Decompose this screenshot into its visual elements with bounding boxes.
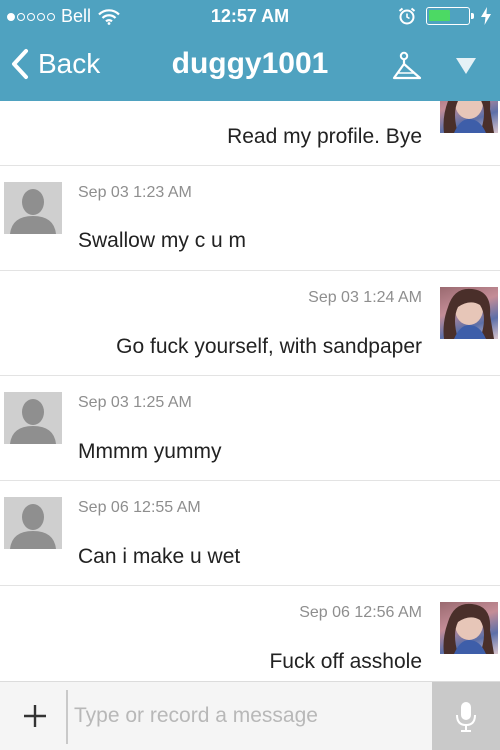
avatar-placeholder-icon (10, 189, 56, 234)
avatar-placeholder-icon (10, 399, 56, 444)
message-thread[interactable]: Read my profile. Bye Sep 03 1:23 AM Swal… (0, 101, 500, 681)
back-chevron-icon (12, 49, 28, 79)
message-timestamp: Sep 03 1:24 AM (308, 289, 422, 306)
top-bar: Bell 12:57 AM Back duggy1001 (0, 0, 500, 101)
my-avatar (440, 101, 498, 133)
message-input[interactable] (74, 698, 424, 734)
message-row: Read my profile. Bye (0, 101, 500, 165)
message-row: Sep 06 12:55 AM Can i make u wet (0, 480, 500, 585)
record-button[interactable] (432, 682, 500, 750)
message-row: Sep 03 1:23 AM Swallow my c u m (0, 165, 500, 270)
plus-icon[interactable] (20, 701, 50, 731)
my-avatar (440, 287, 498, 339)
profile-photo-icon (443, 603, 494, 654)
contact-avatar[interactable] (4, 497, 62, 549)
microphone-icon (456, 702, 476, 732)
status-right (398, 7, 492, 25)
alarm-icon (398, 7, 416, 25)
avatar-placeholder-icon (10, 504, 56, 549)
message-text: Can i make u wet (78, 545, 241, 568)
message-timestamp: Sep 06 12:56 AM (299, 604, 422, 621)
my-avatar (440, 602, 498, 654)
message-composer (0, 681, 500, 750)
contact-avatar[interactable] (4, 392, 62, 444)
message-row: Sep 06 12:56 AM Fuck off asshole (0, 585, 500, 681)
message-text: Read my profile. Bye (227, 125, 422, 148)
battery-cap (471, 13, 474, 19)
hanger-icon[interactable] (392, 51, 422, 83)
message-timestamp: Sep 06 12:55 AM (78, 499, 201, 516)
charging-icon (481, 7, 491, 25)
message-row: Sep 03 1:24 AM Go fuck yourself, with sa… (0, 270, 500, 375)
profile-photo-icon (443, 101, 494, 133)
message-text: Fuck off asshole (269, 650, 422, 673)
navigation-bar: Back duggy1001 (0, 34, 500, 101)
message-text: Go fuck yourself, with sandpaper (116, 335, 422, 358)
message-timestamp: Sep 03 1:25 AM (78, 394, 192, 411)
message-timestamp: Sep 03 1:23 AM (78, 184, 192, 201)
profile-photo-icon (443, 288, 494, 339)
back-label: Back (38, 48, 101, 79)
status-bar: Bell 12:57 AM (0, 0, 500, 34)
composer-divider (66, 690, 68, 744)
contact-avatar[interactable] (4, 182, 62, 234)
back-button[interactable]: Back (10, 48, 100, 80)
message-text: Mmmm yummy (78, 440, 222, 463)
message-row: Sep 03 1:25 AM Mmmm yummy (0, 375, 500, 480)
message-text: Swallow my c u m (78, 229, 247, 252)
dropdown-icon[interactable] (454, 55, 478, 77)
battery-level (429, 10, 450, 21)
battery-icon (426, 7, 474, 25)
